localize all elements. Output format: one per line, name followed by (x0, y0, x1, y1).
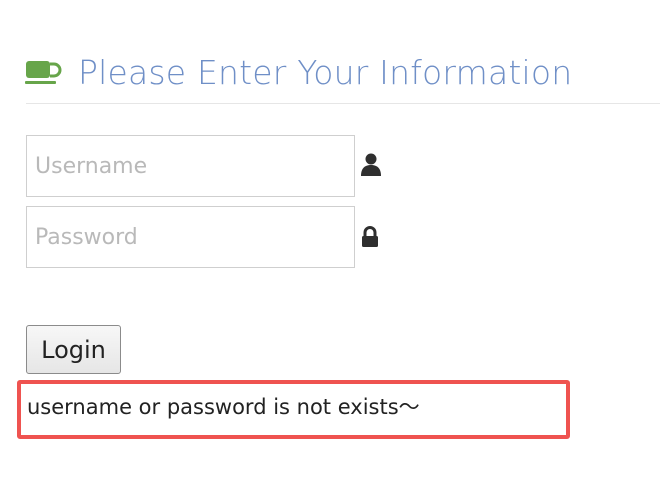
password-input[interactable] (26, 206, 355, 268)
page-header: Please Enter Your Information (24, 48, 572, 96)
error-message: username or password is not exists～ (27, 395, 420, 419)
page-title: Please Enter Your Information (78, 52, 573, 92)
header-divider (26, 103, 660, 104)
login-button[interactable]: Login (26, 325, 121, 374)
username-input[interactable] (26, 135, 355, 197)
lock-icon (362, 226, 378, 247)
coffee-cup-icon (25, 61, 62, 84)
user-icon (361, 153, 381, 176)
